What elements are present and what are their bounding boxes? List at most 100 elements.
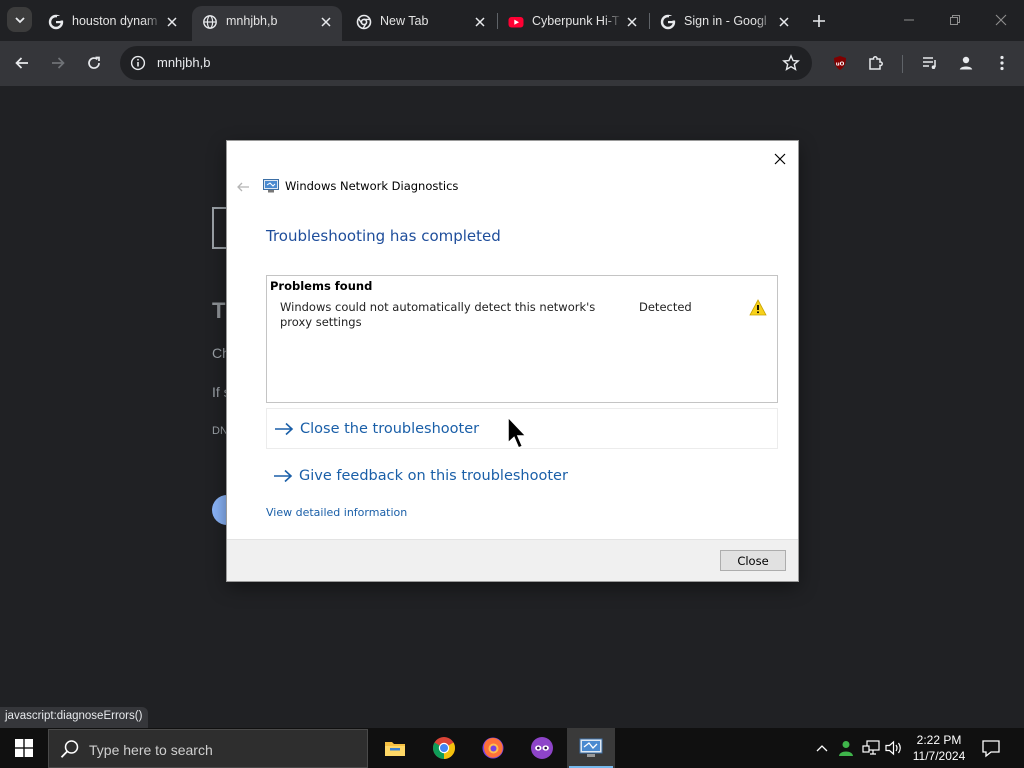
tab-title: Cyberpunk Hi-T <box>532 14 620 28</box>
taskbar-game-app[interactable] <box>518 728 566 768</box>
tray-volume-icon[interactable] <box>884 738 904 758</box>
tray-overflow-button[interactable] <box>812 738 832 758</box>
browser-toolbar: mnhjbh,b uO <box>0 41 1024 86</box>
info-icon[interactable] <box>128 53 148 73</box>
chevron-down-icon <box>14 16 25 23</box>
error-page-icon <box>212 207 226 249</box>
close-tab-icon[interactable] <box>624 14 640 30</box>
warning-icon <box>749 299 767 316</box>
bookmark-star-icon[interactable] <box>782 54 800 72</box>
taskbar-chrome[interactable] <box>420 728 468 768</box>
back-button[interactable] <box>8 49 36 77</box>
tab-0[interactable]: houston dynam <box>38 6 188 41</box>
toolbar-divider <box>902 55 903 73</box>
close-tab-icon[interactable] <box>472 14 488 30</box>
ublock-icon: uO <box>834 56 846 70</box>
tab-1[interactable]: mnhjbh,b <box>192 6 342 41</box>
command-link-label: Give feedback on this troubleshooter <box>299 467 568 484</box>
globe-icon <box>203 15 217 29</box>
dialog-footer: Close <box>227 539 798 581</box>
minimize-icon <box>904 19 914 21</box>
reload-button[interactable] <box>80 49 108 77</box>
restore-button[interactable] <box>940 6 970 34</box>
network-diagnostics-dialog: Windows Network Diagnostics Troubleshoot… <box>227 141 798 581</box>
close-tab-icon[interactable] <box>318 14 334 30</box>
menu-button[interactable] <box>988 49 1016 77</box>
problems-header: Problems found <box>270 279 373 293</box>
tab-3[interactable]: Cyberpunk Hi-T <box>498 6 648 41</box>
dialog-close-x-button[interactable] <box>768 147 792 171</box>
dialog-window-title: Windows Network Diagnostics <box>285 179 459 193</box>
tray-people-icon[interactable] <box>836 738 856 758</box>
plus-icon <box>813 15 825 27</box>
taskbar-search-box[interactable]: Type here to search <box>48 729 368 768</box>
problem-status: Detected <box>639 300 692 314</box>
notification-icon[interactable] <box>980 737 1002 759</box>
tray-network-icon[interactable] <box>861 738 881 758</box>
windows-logo-icon <box>15 739 33 757</box>
address-bar[interactable]: mnhjbh,b <box>120 46 812 80</box>
close-icon <box>774 153 786 165</box>
give-feedback-link[interactable]: Give feedback on this troubleshooter <box>266 455 778 496</box>
close-icon <box>995 14 1007 26</box>
taskbar-firefox[interactable] <box>469 728 517 768</box>
ublock-extension-button[interactable]: uO <box>826 49 854 77</box>
new-tab-button[interactable] <box>808 10 830 32</box>
youtube-icon <box>508 17 524 28</box>
minimize-button[interactable] <box>894 6 924 34</box>
tab-search-button[interactable] <box>7 7 32 32</box>
game-icon <box>531 737 553 759</box>
error-heading: T <box>212 298 226 323</box>
kebab-menu-icon <box>1000 55 1004 71</box>
address-text[interactable]: mnhjbh,b <box>157 55 210 70</box>
taskbar-file-explorer[interactable] <box>371 728 419 768</box>
network-icon <box>862 740 880 755</box>
back-arrow-icon[interactable] <box>235 179 251 195</box>
view-detailed-information-link[interactable]: View detailed information <box>266 506 407 519</box>
close-button[interactable]: Close <box>720 550 786 571</box>
tab-strip: houston dynam mnhjbh,b New Tab Cyberpunk… <box>0 0 1024 41</box>
chrome-icon <box>433 737 455 759</box>
restore-icon <box>950 15 960 25</box>
command-link-label: Close the troubleshooter <box>300 420 480 437</box>
tab-title: houston dynam <box>72 14 158 28</box>
problems-list: Problems found Windows could not automat… <box>266 275 778 403</box>
reload-icon <box>88 56 100 69</box>
taskbar-clock[interactable]: 2:22 PM 11/7/2024 <box>906 732 972 764</box>
google-icon <box>660 14 676 30</box>
extensions-button[interactable] <box>862 49 890 77</box>
tab-title: Sign in - Googl <box>684 14 767 28</box>
tab-title: mnhjbh,b <box>226 14 278 28</box>
tab-title: New Tab <box>380 14 429 28</box>
mouse-cursor-icon <box>507 416 528 449</box>
forward-button[interactable] <box>44 49 72 77</box>
network-diagnostics-icon <box>263 179 279 193</box>
tab-4[interactable]: Sign in - Googl <box>650 6 800 41</box>
arrow-right-icon <box>274 469 293 482</box>
svg-text:uO: uO <box>836 62 845 68</box>
error-code: DN <box>212 425 228 437</box>
problem-description: Windows could not automatically detect t… <box>280 300 596 329</box>
firefox-icon <box>482 737 504 759</box>
close-tab-icon[interactable] <box>776 14 792 30</box>
network-diagnostics-icon <box>579 738 603 757</box>
people-icon <box>839 741 853 756</box>
puzzle-icon <box>869 56 883 70</box>
chevron-up-icon <box>816 745 828 752</box>
arrow-right-icon <box>275 422 294 435</box>
start-button[interactable] <box>0 728 48 768</box>
clock-time: 2:22 PM <box>916 733 962 747</box>
back-arrow-icon <box>15 57 28 69</box>
dialog-heading: Troubleshooting has completed <box>266 227 501 245</box>
tab-2[interactable]: New Tab <box>346 6 496 41</box>
status-bubble: javascript:diagnoseErrors() <box>0 707 149 728</box>
close-tab-icon[interactable] <box>164 14 180 30</box>
volume-icon <box>885 740 901 756</box>
media-queue-icon <box>923 57 936 69</box>
media-controls-button[interactable] <box>916 49 944 77</box>
close-window-button[interactable] <box>986 6 1016 34</box>
taskbar-network-diagnostics[interactable] <box>567 728 615 768</box>
google-icon <box>48 14 64 30</box>
profile-button[interactable] <box>952 49 980 77</box>
search-placeholder: Type here to search <box>89 742 213 758</box>
